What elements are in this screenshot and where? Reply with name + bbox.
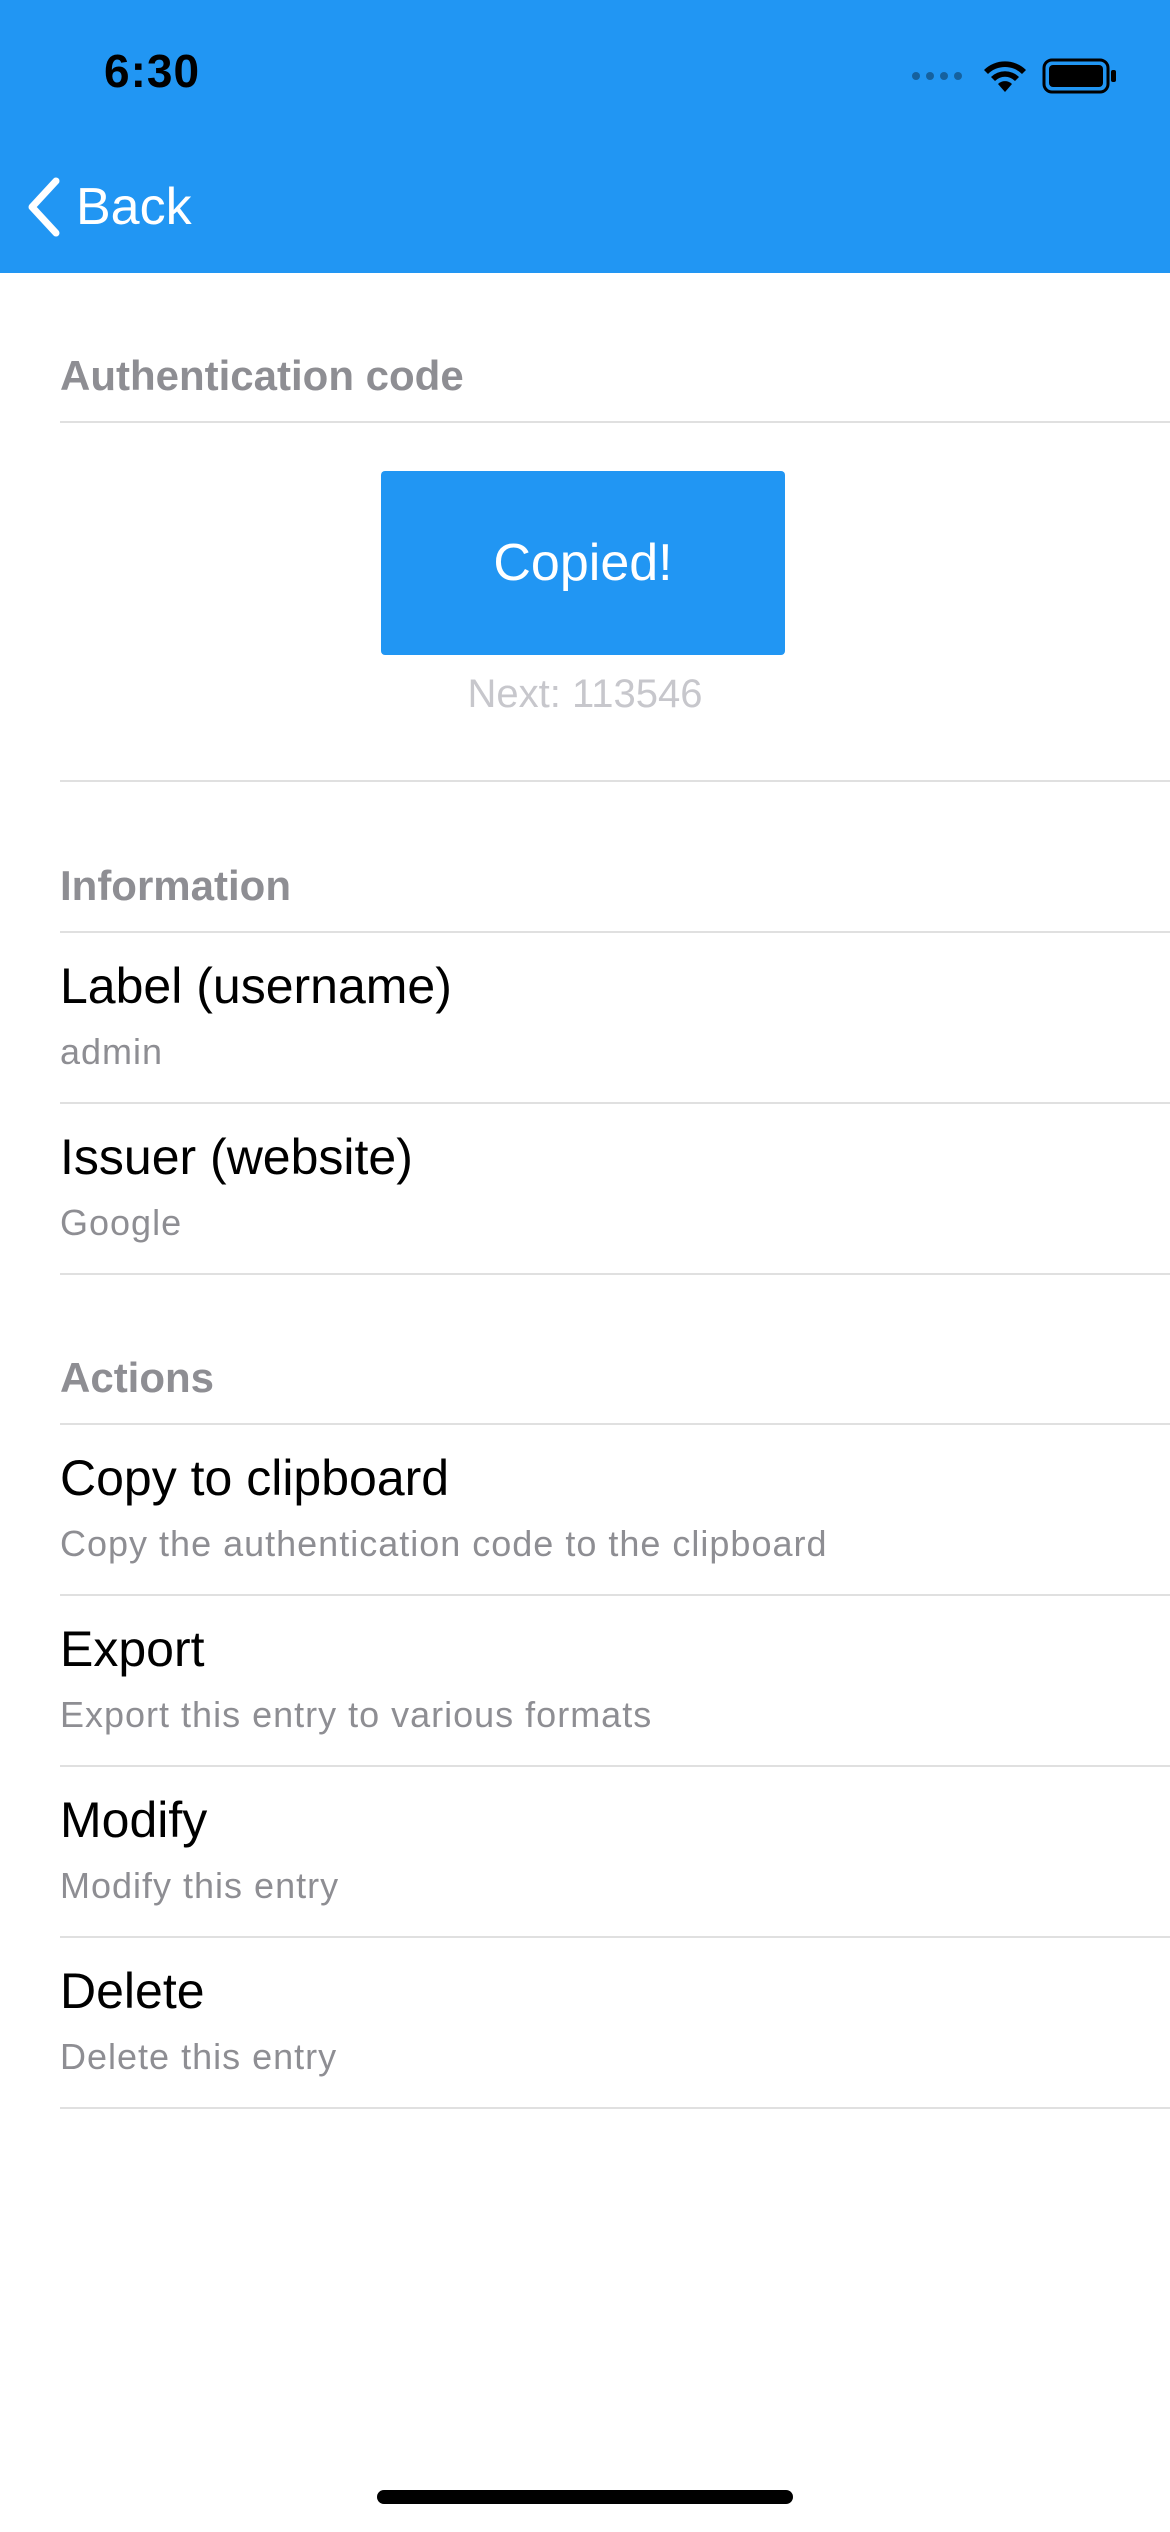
status-time: 6:30 (104, 45, 201, 97)
row-title: Label (username) (60, 958, 452, 1014)
back-button[interactable]: Back (26, 172, 192, 242)
row-subtitle: Modify this entry (60, 1865, 340, 1906)
action-row-copy-to-clipboard[interactable]: Copy to clipboard Copy the authenticatio… (60, 1425, 1170, 1595)
navigation-header: 6:30 Back (0, 0, 1170, 273)
row-title: Delete (60, 1963, 205, 2019)
divider (60, 780, 1170, 782)
row-subtitle: Google (60, 1202, 183, 1243)
divider (60, 2107, 1170, 2109)
home-indicator[interactable] (377, 2490, 793, 2504)
next-code-text: Next: 113546 (467, 672, 703, 716)
row-subtitle: Copy the authentication code to the clip… (60, 1523, 828, 1564)
section-header-actions: Actions (60, 1354, 215, 1401)
back-label: Back (76, 178, 192, 236)
action-row-delete[interactable]: Delete Delete this entry (60, 1938, 1170, 2108)
row-title: Export (60, 1621, 205, 1677)
divider (60, 1273, 1170, 1275)
info-row-issuer[interactable]: Issuer (website) Google (60, 1104, 1170, 1274)
row-title: Issuer (website) (60, 1129, 413, 1185)
action-row-modify[interactable]: Modify Modify this entry (60, 1767, 1170, 1937)
row-subtitle: admin (60, 1031, 164, 1072)
screen: 6:30 Back Authentication code Copied! Ne… (0, 0, 1170, 2532)
copy-code-button[interactable]: Copied! (381, 471, 785, 655)
action-row-export[interactable]: Export Export this entry to various form… (60, 1596, 1170, 1766)
row-title: Modify (60, 1792, 208, 1848)
row-subtitle: Delete this entry (60, 2036, 338, 2077)
battery-icon (1042, 58, 1116, 94)
section-header-authentication: Authentication code (60, 352, 464, 399)
wifi-icon (984, 61, 1026, 92)
chevron-left-icon (28, 177, 60, 237)
status-icons (912, 56, 1118, 96)
info-row-label[interactable]: Label (username) admin (60, 933, 1170, 1103)
divider (60, 421, 1170, 423)
row-subtitle: Export this entry to various formats (60, 1694, 653, 1735)
section-header-information: Information (60, 862, 291, 909)
cellular-signal-icon (912, 72, 962, 80)
row-title: Copy to clipboard (60, 1450, 450, 1506)
